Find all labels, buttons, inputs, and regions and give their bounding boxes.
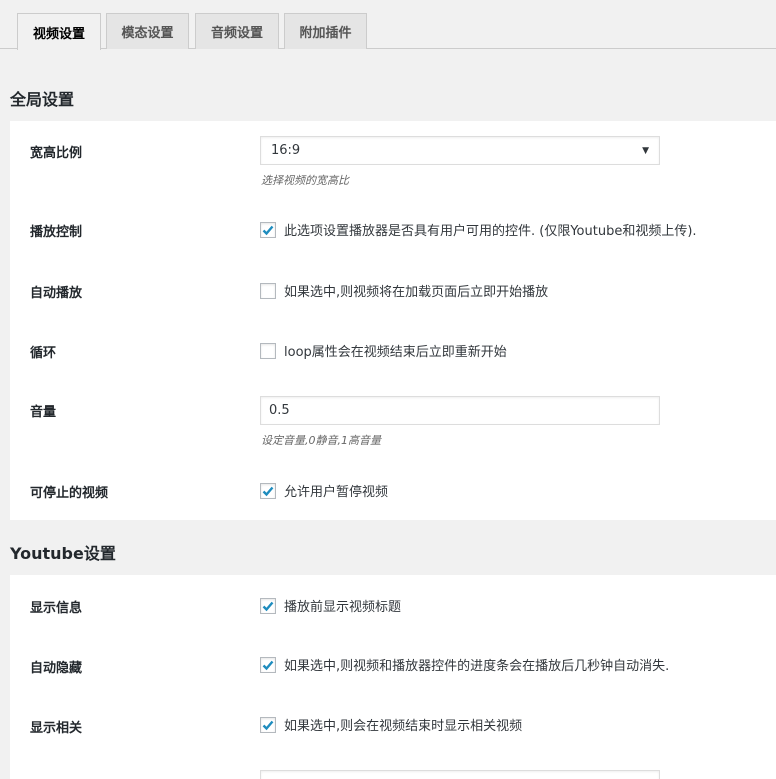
show-related-text: 如果选中,则会在视频结束时显示相关视频 xyxy=(284,719,523,734)
show-related-checkbox[interactable] xyxy=(260,716,276,733)
autoplay-option: 如果选中,则视频将在加载页面后立即开始播放 xyxy=(260,281,548,300)
autoplay-label: 自动播放 xyxy=(30,286,83,301)
pausable-video-label: 可停止的视频 xyxy=(30,486,109,501)
tab-modal-settings[interactable]: 模态设置 xyxy=(106,13,189,49)
show-related-label: 显示相关 xyxy=(30,721,83,736)
autoplay-checkbox[interactable] xyxy=(260,282,276,299)
autohide-label: 自动隐藏 xyxy=(30,661,83,676)
settings-tabs: 视频设置 模态设置 音频设置 附加插件 xyxy=(0,0,776,50)
global-settings-panel: 宽高比例 16:9 ▼ 选择视频的宽高比 播放控制 此选项设置播放器是否具有用户… xyxy=(10,121,776,520)
checkmark-icon xyxy=(262,660,274,670)
dropdown-arrow-icon: ▼ xyxy=(642,145,649,156)
next-setting-input[interactable] xyxy=(260,770,660,779)
tab-addons[interactable]: 附加插件 xyxy=(284,13,367,49)
player-controls-option: 此选项设置播放器是否具有用户可用的控件. (仅限Youtube和视频上传). xyxy=(260,220,697,239)
aspect-ratio-value: 16:9 xyxy=(271,143,301,158)
aspect-ratio-select[interactable]: 16:9 ▼ xyxy=(260,136,660,165)
loop-label: 循环 xyxy=(30,346,57,361)
player-controls-checkbox[interactable] xyxy=(260,221,276,238)
youtube-settings-panel: 显示信息 播放前显示视频标题 自动隐藏 如果选中,则视频和播放器控件的进度条会在… xyxy=(10,575,776,779)
player-controls-text: 此选项设置播放器是否具有用户可用的控件. (仅限Youtube和视频上传). xyxy=(284,224,697,239)
aspect-ratio-description: 选择视频的宽高比 xyxy=(261,174,349,187)
show-info-option: 播放前显示视频标题 xyxy=(260,596,401,615)
tab-audio-settings[interactable]: 音频设置 xyxy=(195,13,279,49)
youtube-settings-title: Youtube设置 xyxy=(10,544,116,563)
show-info-label: 显示信息 xyxy=(30,601,83,616)
loop-checkbox[interactable] xyxy=(260,342,276,359)
show-info-checkbox[interactable] xyxy=(260,597,276,614)
volume-input[interactable]: 0.5 xyxy=(260,396,660,425)
loop-option: loop属性会在视频结束后立即重新开始 xyxy=(260,341,507,360)
pausable-video-checkbox[interactable] xyxy=(260,482,276,499)
pausable-video-text: 允许用户暂停视频 xyxy=(284,485,389,500)
checkmark-icon xyxy=(262,225,274,235)
aspect-ratio-label: 宽高比例 xyxy=(30,146,83,161)
player-controls-label: 播放控制 xyxy=(30,225,83,240)
checkmark-icon xyxy=(262,720,274,730)
loop-text: loop属性会在视频结束后立即重新开始 xyxy=(284,345,507,360)
show-info-text: 播放前显示视频标题 xyxy=(284,600,402,615)
global-settings-title: 全局设置 xyxy=(10,90,75,109)
autohide-checkbox[interactable] xyxy=(260,656,276,673)
volume-label: 音量 xyxy=(30,405,57,420)
autoplay-text: 如果选中,则视频将在加载页面后立即开始播放 xyxy=(284,285,549,300)
autohide-option: 如果选中,则视频和播放器控件的进度条会在播放后几秒钟自动消失. xyxy=(260,655,669,674)
show-related-option: 如果选中,则会在视频结束时显示相关视频 xyxy=(260,715,522,734)
checkmark-icon xyxy=(262,601,274,611)
autohide-text: 如果选中,则视频和播放器控件的进度条会在播放后几秒钟自动消失. xyxy=(284,659,670,674)
volume-description: 设定音量,0静音,1高音量 xyxy=(261,434,381,447)
tab-video-settings[interactable]: 视频设置 xyxy=(17,13,101,50)
pausable-video-option: 允许用户暂停视频 xyxy=(260,481,388,500)
checkmark-icon xyxy=(262,486,274,496)
